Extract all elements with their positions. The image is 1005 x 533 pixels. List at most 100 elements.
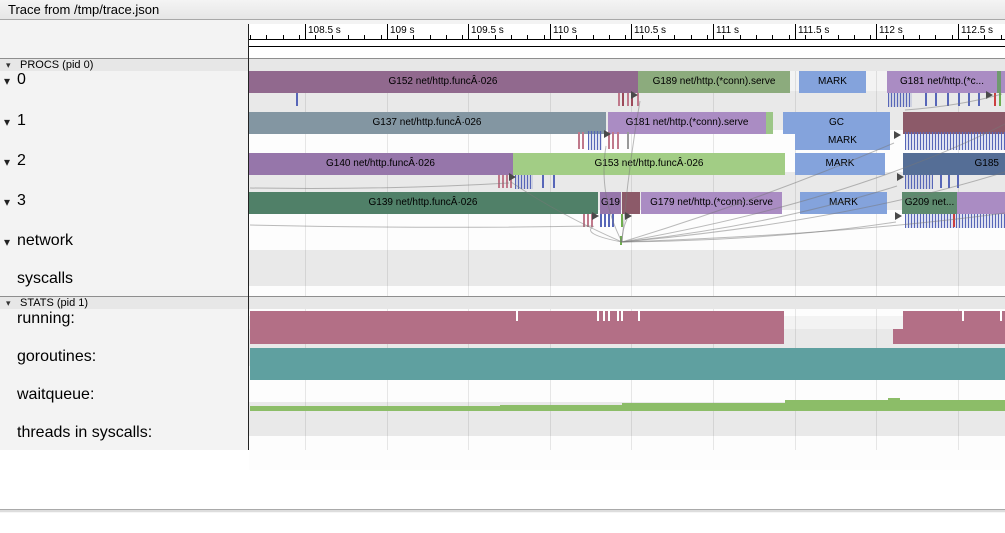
counter-notch (603, 311, 605, 321)
flow-event-tick[interactable] (957, 175, 959, 188)
flow-event-tick[interactable] (612, 214, 614, 227)
flow-event-tick[interactable] (627, 132, 629, 149)
trace-slice[interactable]: MARK (800, 192, 887, 214)
panel-divider[interactable] (0, 509, 1005, 513)
flow-event-cluster[interactable] (905, 175, 933, 189)
flow-event-cluster[interactable] (905, 132, 1005, 150)
flow-event-tick[interactable] (940, 175, 942, 188)
collapse-triangle-icon[interactable]: ▾ (4, 115, 10, 129)
flow-event-tick[interactable] (553, 175, 555, 188)
ruler-minor-tick (527, 35, 528, 39)
flow-event-tick[interactable] (296, 93, 298, 106)
collapse-triangle-icon[interactable]: ▾ (4, 155, 10, 169)
trace-slice[interactable]: G181 net/http.(*conn).serve (608, 112, 766, 134)
track-label: 2 (17, 152, 26, 169)
flow-event-tick[interactable] (578, 132, 580, 149)
ruler-major-tick (795, 24, 796, 39)
trace-slice[interactable]: GC (783, 112, 890, 134)
flow-event-cluster[interactable] (588, 131, 602, 150)
flow-event-tick[interactable] (583, 214, 585, 227)
flow-event-tick[interactable] (627, 93, 629, 106)
trace-slice[interactable]: G137 net/http.funcÂ·026 (248, 112, 606, 134)
ruler-major-tick (713, 24, 714, 39)
flow-event-tick[interactable] (600, 214, 602, 227)
counter-notch (617, 311, 619, 321)
flow-event-tick[interactable] (620, 236, 622, 245)
trace-slice[interactable]: G189 net/http.(*conn).serve (638, 71, 790, 93)
flow-event-tick[interactable] (502, 175, 504, 188)
trace-slice[interactable]: G185 (903, 153, 1005, 175)
counter-fill-goroutines[interactable] (250, 348, 1005, 380)
trace-slice[interactable]: MARK (795, 153, 885, 175)
collapse-triangle-icon[interactable]: ▾ (6, 60, 11, 71)
flow-event-tick[interactable] (542, 175, 544, 188)
ruler-minor-tick (593, 35, 594, 39)
trace-slice[interactable]: MARK (799, 71, 866, 93)
flow-event-cluster[interactable] (905, 214, 1005, 228)
ruler-minor-tick (984, 35, 985, 39)
track-label: 0 (17, 71, 26, 88)
ruler-minor-tick (511, 35, 512, 39)
flow-event-tick[interactable] (999, 93, 1001, 106)
counter-fill-waitqueue[interactable] (500, 405, 622, 411)
collapse-triangle-icon[interactable]: ▾ (4, 235, 10, 249)
counter-fill-waitqueue[interactable] (250, 406, 500, 411)
flow-event-tick[interactable] (608, 214, 610, 227)
flow-event-tick[interactable] (947, 93, 949, 106)
flow-event-tick[interactable] (953, 214, 955, 227)
section-header-procs[interactable]: ▾ PROCS (pid 0) (0, 58, 1005, 71)
trace-slice[interactable]: G139 net/http.funcÂ·026 (248, 192, 598, 214)
timeline-view[interactable]: 108.5 s 109 s 109.5 s 110 s 110.5 s 111 s 111.… (0, 20, 1005, 470)
trace-slice[interactable]: G152 net/http.funcÂ·026 (248, 71, 638, 93)
flow-event-tick[interactable] (935, 93, 937, 106)
flow-event-tick[interactable] (958, 93, 960, 106)
trace-slice[interactable] (622, 192, 640, 214)
flow-event-tick[interactable] (621, 214, 623, 227)
trace-slice[interactable]: G140 net/http.funcÂ·026 (248, 153, 513, 175)
flow-event-tick[interactable] (582, 132, 584, 149)
flow-event-tick[interactable] (604, 214, 606, 227)
collapse-triangle-icon[interactable]: ▾ (4, 74, 10, 88)
flow-event-tick[interactable] (612, 132, 614, 149)
flow-event-tick[interactable] (506, 175, 508, 188)
time-ruler[interactable]: 108.5 s 109 s 109.5 s 110 s 110.5 s 111 s 111.… (248, 24, 1005, 58)
trace-slice[interactable] (903, 112, 1005, 134)
ruler-major-tick (387, 24, 388, 39)
flow-event-cluster[interactable] (888, 93, 912, 107)
trace-slice[interactable]: G153 net/http.funcÂ·026 (513, 153, 785, 175)
flow-event-cluster[interactable] (515, 175, 533, 189)
trace-slice[interactable] (766, 112, 773, 134)
counter-fill-waitqueue[interactable] (622, 403, 785, 411)
trace-slice[interactable]: MARK (795, 132, 890, 150)
section-header-stats[interactable]: ▾ STATS (pid 1) (0, 296, 1005, 309)
flow-event-tick[interactable] (618, 93, 620, 106)
flow-event-tick[interactable] (968, 93, 970, 106)
counter-fill-waitqueue[interactable] (785, 400, 888, 411)
flow-event-tick[interactable] (978, 93, 980, 106)
flow-event-tick[interactable] (498, 175, 500, 188)
track-label: threads in syscalls: (17, 424, 153, 441)
flow-event-tick[interactable] (622, 93, 624, 106)
trace-slice[interactable]: G181 net/http.(*c... (887, 71, 997, 93)
counter-fill-running[interactable] (903, 311, 1005, 344)
trace-slice[interactable] (1001, 71, 1005, 93)
collapse-triangle-icon[interactable]: ▾ (4, 195, 10, 209)
ruler-minor-tick (544, 35, 545, 39)
flow-event-tick[interactable] (617, 132, 619, 149)
trace-slice[interactable]: G209 net... (902, 192, 957, 214)
counter-fill-waitqueue[interactable] (900, 400, 1005, 411)
ruler-tick-label: 109 s (390, 25, 415, 36)
flow-event-tick[interactable] (925, 93, 927, 106)
ruler-minor-tick (952, 35, 953, 39)
ruler-minor-tick (478, 35, 479, 39)
flow-event-tick[interactable] (948, 175, 950, 188)
flow-event-tick[interactable] (587, 214, 589, 227)
counter-fill-running[interactable] (893, 329, 903, 344)
ruler-major-tick (876, 24, 877, 39)
trace-slice[interactable] (957, 192, 1005, 214)
trace-slice[interactable]: G179 net/http.(*conn).serve (641, 192, 782, 214)
trace-slice[interactable]: G19 (600, 192, 621, 214)
counter-fill-waitqueue[interactable] (888, 398, 900, 411)
flow-event-tick[interactable] (994, 93, 996, 106)
collapse-triangle-icon[interactable]: ▾ (6, 298, 11, 309)
